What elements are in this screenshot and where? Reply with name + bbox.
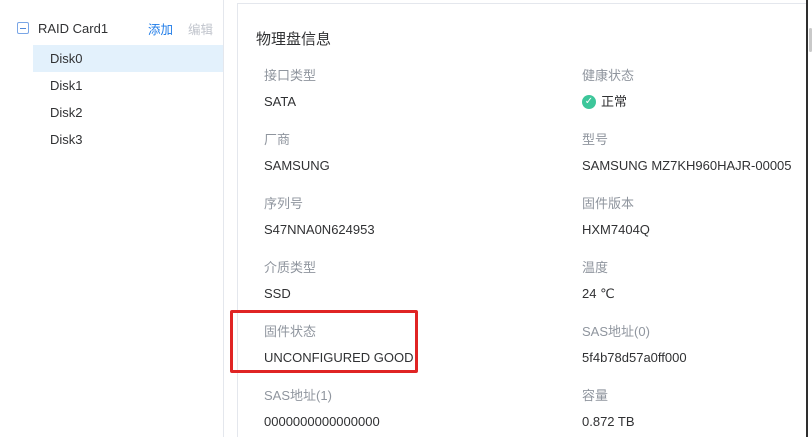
field-label: SAS地址(0) [582, 323, 807, 341]
edit-link[interactable]: 编辑 [188, 19, 213, 38]
field-serial-number: 序列号 S47NNA0N624953 [264, 195, 582, 239]
field-label: 固件状态 [264, 323, 582, 341]
field-value: S47NNA0N624953 [264, 221, 582, 239]
sidebar-item-disk2[interactable]: Disk2 [33, 99, 223, 126]
field-label: 固件版本 [582, 195, 807, 213]
collapse-minus-icon[interactable] [17, 22, 29, 34]
physical-disk-page: RAID Card1 添加 编辑 Disk0 Disk1 Disk2 Disk3… [0, 0, 812, 437]
field-label: 序列号 [264, 195, 582, 213]
field-interface-type: 接口类型 SATA [264, 67, 582, 111]
status-badge: 正常 [601, 93, 627, 111]
disk-info-grid: 接口类型 SATA 健康状态 ✓ 正常 厂商 SAMSUNG 型号 SAMSUN… [264, 67, 807, 437]
field-media-type: 介质类型 SSD [264, 259, 582, 303]
field-label: 介质类型 [264, 259, 582, 277]
field-value: ✓ 正常 [582, 93, 807, 111]
field-label: 健康状态 [582, 67, 807, 85]
field-capacity: 容量 0.872 TB [582, 387, 807, 431]
page-title: 物理盘信息 [256, 28, 807, 49]
window-right-edge [806, 0, 808, 437]
field-label: 厂商 [264, 131, 582, 149]
field-value: 0000000000000000 [264, 413, 582, 431]
field-value: SSD [264, 285, 582, 303]
field-label: 容量 [582, 387, 807, 405]
field-sas-address-0: SAS地址(0) 5f4b78d57a0ff000 [582, 323, 807, 367]
field-firmware-state: 固件状态 UNCONFIGURED GOOD [264, 323, 582, 367]
field-firmware-version: 固件版本 HXM7404Q [582, 195, 807, 239]
field-value: HXM7404Q [582, 221, 807, 239]
field-temperature: 温度 24 ℃ [582, 259, 807, 303]
field-value: SAMSUNG [264, 157, 582, 175]
sidebar-item-disk1[interactable]: Disk1 [33, 72, 223, 99]
field-label: SAS地址(1) [264, 387, 582, 405]
field-value: 24 ℃ [582, 285, 807, 303]
field-label: 接口类型 [264, 67, 582, 85]
field-value: 0.872 TB [582, 413, 807, 431]
check-circle-icon: ✓ [582, 95, 596, 109]
sidebar-item-disk3[interactable]: Disk3 [33, 126, 223, 153]
field-health-status: 健康状态 ✓ 正常 [582, 67, 807, 111]
raid-tree-sidebar: RAID Card1 添加 编辑 Disk0 Disk1 Disk2 Disk3 [0, 0, 224, 437]
tree-node-raid-card: RAID Card1 添加 编辑 [0, 14, 223, 42]
field-value: UNCONFIGURED GOOD [264, 349, 582, 367]
field-value: SATA [264, 93, 582, 111]
raid-card-label[interactable]: RAID Card1 [38, 21, 108, 36]
field-label: 型号 [582, 131, 807, 149]
sidebar-item-disk0[interactable]: Disk0 [33, 45, 223, 72]
physical-disk-info-panel: 物理盘信息 接口类型 SATA 健康状态 ✓ 正常 厂商 SAMSUNG 型号 … [237, 3, 807, 437]
field-label: 温度 [582, 259, 807, 277]
disk-list: Disk0 Disk1 Disk2 Disk3 [0, 45, 223, 153]
field-value: SAMSUNG MZ7KH960HAJR-00005 [582, 157, 807, 175]
field-value: 5f4b78d57a0ff000 [582, 349, 807, 367]
add-link[interactable]: 添加 [148, 19, 173, 38]
field-sas-address-1: SAS地址(1) 0000000000000000 [264, 387, 582, 431]
tree-actions: 添加 编辑 [148, 14, 213, 42]
vertical-scrollbar-thumb[interactable] [809, 28, 812, 52]
field-vendor: 厂商 SAMSUNG [264, 131, 582, 175]
field-model: 型号 SAMSUNG MZ7KH960HAJR-00005 [582, 131, 807, 175]
